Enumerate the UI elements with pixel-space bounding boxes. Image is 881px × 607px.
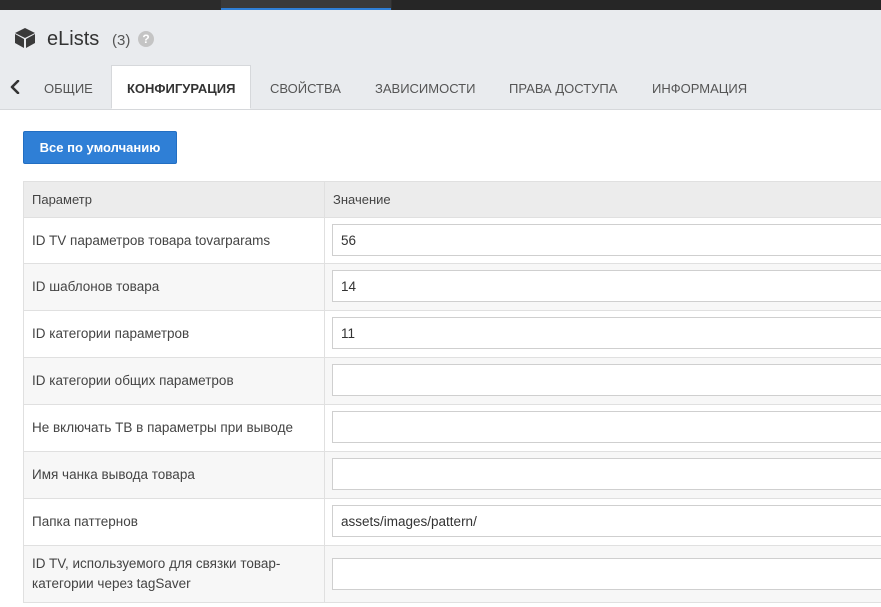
browser-top-strip (0, 0, 881, 10)
table-row: Папка паттернов (24, 499, 881, 546)
table-row: ID категории общих параметров (24, 358, 881, 405)
row-label: Имя чанка вывода товара (24, 452, 325, 498)
tab-dependencies[interactable]: ЗАВИСИМОСТИ (375, 66, 475, 109)
row-label: ID TV, используемого для связки товар-ка… (24, 546, 325, 602)
chevron-left-icon[interactable] (8, 80, 22, 94)
tab-properties[interactable]: СВОЙСТВА (270, 66, 341, 109)
column-header-value[interactable]: Значение (325, 182, 881, 217)
top-tab-inactive[interactable] (0, 0, 220, 10)
row-value-input[interactable] (332, 505, 881, 537)
cube-icon (15, 28, 35, 48)
table-row: ID категории параметров (24, 311, 881, 358)
page-title: eLists (47, 28, 100, 50)
item-count: (3) (112, 32, 131, 49)
tab-information[interactable]: ИНФОРМАЦИЯ (652, 66, 747, 109)
tab-configuration[interactable]: КОНФИГУРАЦИЯ (111, 65, 252, 109)
page-header: eLists (3) ? (0, 10, 881, 66)
row-value-input[interactable] (332, 224, 881, 256)
help-icon[interactable]: ? (138, 31, 154, 47)
row-value-input[interactable] (332, 317, 881, 349)
row-label: ID шаблонов товара (24, 264, 325, 310)
reset-defaults-button[interactable]: Все по умолчанию (23, 131, 177, 164)
top-strip-background (392, 0, 881, 10)
row-label: ID TV параметров товара tovarparams (24, 218, 325, 263)
row-label: Папка паттернов (24, 499, 325, 545)
top-tab-active[interactable] (221, 0, 391, 10)
grid-header-row: Параметр Значение (24, 182, 881, 218)
row-value-input[interactable] (332, 364, 881, 396)
configuration-panel: Все по умолчанию Параметр Значение ID TV… (0, 110, 881, 607)
row-value-input[interactable] (332, 270, 881, 302)
row-label: ID категории общих параметров (24, 358, 325, 404)
row-value-input[interactable] (332, 558, 881, 590)
row-label: ID категории параметров (24, 311, 325, 357)
row-value-input[interactable] (332, 411, 881, 443)
column-header-parameter[interactable]: Параметр (24, 182, 325, 217)
table-row: ID шаблонов товара (24, 264, 881, 311)
row-label: Не включать ТВ в параметры при выводе (24, 405, 325, 451)
table-row: Имя чанка вывода товара (24, 452, 881, 499)
table-row: Не включать ТВ в параметры при выводе (24, 405, 881, 452)
config-grid: Параметр Значение ID TV параметров товар… (23, 181, 881, 603)
tab-bar: ОБЩИЕ КОНФИГУРАЦИЯ СВОЙСТВА ЗАВИСИМОСТИ … (0, 65, 881, 110)
table-row: ID TV, используемого для связки товар-ка… (24, 546, 881, 603)
table-row: ID TV параметров товара tovarparams (24, 218, 881, 264)
tab-general[interactable]: ОБЩИЕ (44, 66, 93, 109)
row-value-input[interactable] (332, 458, 881, 490)
tab-access-rights[interactable]: ПРАВА ДОСТУПА (509, 66, 617, 109)
